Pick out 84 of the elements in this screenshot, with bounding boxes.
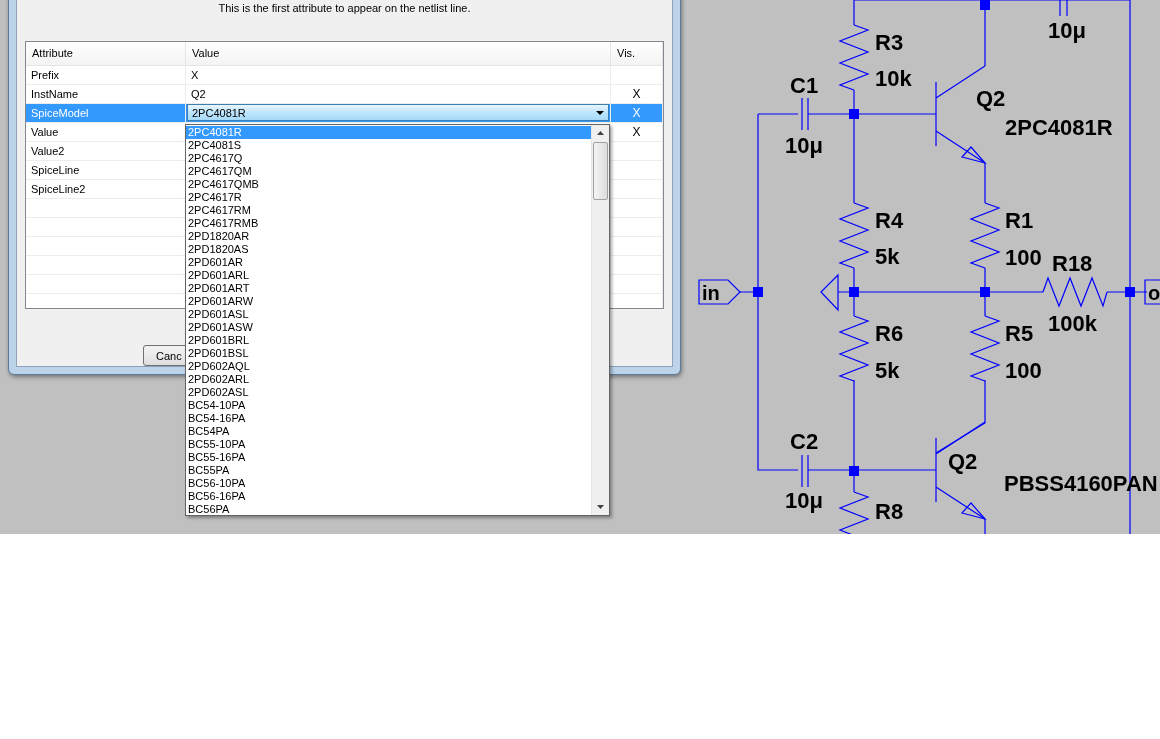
component-label: R5	[1005, 321, 1034, 346]
table-cell: Prefix	[31, 68, 60, 81]
resistor-symbol	[838, 202, 870, 269]
dropdown-option[interactable]: BC56PA	[186, 503, 591, 516]
resistor-symbol	[838, 315, 870, 382]
dropdown-option[interactable]: BC54-10PA	[186, 399, 591, 412]
table-cell: InstName	[31, 87, 79, 100]
column-header: Attribute	[26, 41, 186, 65]
capacitor-symbol	[801, 454, 809, 488]
value-label: 10μ	[1048, 18, 1086, 43]
dropdown-option[interactable]: 2PD601AR	[186, 256, 591, 269]
dropdown-option[interactable]: 2PC4617QM	[186, 165, 591, 178]
value-label: 2PC4081R	[1005, 115, 1113, 140]
value-label: 100k	[1048, 311, 1097, 336]
dropdown-option[interactable]: 2PD602ARL	[186, 373, 591, 386]
dropdown-option[interactable]: 2PC4617R	[186, 191, 591, 204]
scroll-down-icon[interactable]	[597, 505, 604, 509]
scrollbar[interactable]	[591, 125, 609, 515]
caret-icon	[596, 110, 604, 115]
value-label: 10k	[875, 66, 912, 91]
component-label: C1	[790, 73, 819, 98]
table-cell: X	[191, 68, 199, 81]
component-label: Q2	[948, 449, 978, 474]
value-label: 5k	[875, 358, 900, 383]
dropdown-option[interactable]: 2PD1820AR	[186, 230, 591, 243]
dropdown-option[interactable]: BC55-10PA	[186, 438, 591, 451]
dropdown-option[interactable]: BC54PA	[186, 425, 591, 438]
table-row[interactable]: InstName Q2 X	[26, 84, 663, 104]
dropdown-option[interactable]: 2PD601ASW	[186, 321, 591, 334]
value-label: 100	[1005, 245, 1042, 270]
component-label: R18	[1052, 251, 1093, 276]
component-label: Q2	[976, 86, 1006, 111]
dropdown-option[interactable]: BC55-16PA	[186, 451, 591, 464]
component-label: R3	[875, 30, 904, 55]
resistor-symbol	[838, 491, 870, 534]
value-label: 10μ	[785, 488, 823, 513]
dropdown-option[interactable]: 2PD601BRL	[186, 334, 591, 347]
port-flag: o	[1144, 279, 1160, 305]
visibility-mark[interactable]: X	[632, 86, 641, 101]
table-cell: SpiceLine	[31, 163, 80, 176]
dropdown-option[interactable]: 2PC4617Q	[186, 152, 591, 165]
net-flag-symbol	[820, 273, 839, 312]
dropdown-option[interactable]: 2PC4617QMB	[186, 178, 591, 191]
dropdown-option[interactable]: BC56-16PA	[186, 490, 591, 503]
component-label: R1	[1005, 208, 1034, 233]
dropdown-option[interactable]: 2PD601ARW	[186, 295, 591, 308]
column-header: Vis.	[611, 41, 663, 65]
dropdown-option[interactable]: BC54-16PA	[186, 412, 591, 425]
column-header: Value	[186, 41, 611, 65]
dropdown-option[interactable]: 2PD1820AS	[186, 243, 591, 256]
dropdown-option[interactable]: 2PD601ART	[186, 282, 591, 295]
resistor-symbol	[969, 202, 1001, 269]
dropdown-option[interactable]: 2PD602ASL	[186, 386, 591, 399]
resistor-symbol	[838, 24, 870, 91]
capacitor-symbol	[801, 97, 809, 131]
scroll-up-icon[interactable]	[597, 131, 604, 135]
component-label: R8	[875, 499, 904, 524]
port-flag: in	[698, 279, 741, 305]
component-label: R6	[875, 321, 904, 346]
description-text: This is the first attribute to appear on the netlist line.	[217, 1, 472, 16]
component-label: C2	[790, 429, 819, 454]
model-combobox[interactable]: 2PC4081R	[187, 104, 609, 122]
value-label: 100	[1005, 358, 1042, 383]
capacitor-symbol	[1059, 0, 1068, 17]
dropdown-option[interactable]: 2PC4617RMB	[186, 217, 591, 230]
component-label: R4	[875, 208, 904, 233]
value-label: 10μ	[785, 133, 823, 158]
value-label: 5k	[875, 244, 900, 269]
resistor-symbol	[1042, 276, 1108, 308]
dropdown-option[interactable]: 2PD601ARL	[186, 269, 591, 282]
scroll-thumb[interactable]	[593, 142, 608, 200]
table-row[interactable]: Prefix X	[26, 65, 663, 85]
table-cell: SpiceLine2	[31, 182, 86, 195]
dropdown-option[interactable]: 2PC4617RM	[186, 204, 591, 217]
dropdown-option[interactable]: 2PC4081S	[186, 139, 591, 152]
table-cell: Q2	[191, 87, 206, 100]
table-cell: Value2	[31, 144, 65, 157]
table-cell: Value	[31, 125, 59, 138]
table-cell: SpiceModel	[31, 106, 89, 119]
visibility-mark[interactable]: X	[632, 124, 641, 139]
resistor-symbol	[969, 315, 1001, 382]
dropdown-option[interactable]: BC55PA	[186, 464, 591, 477]
dropdown-option[interactable]: 2PD601ASL	[186, 308, 591, 321]
dropdown-option[interactable]: BC56-10PA	[186, 477, 591, 490]
